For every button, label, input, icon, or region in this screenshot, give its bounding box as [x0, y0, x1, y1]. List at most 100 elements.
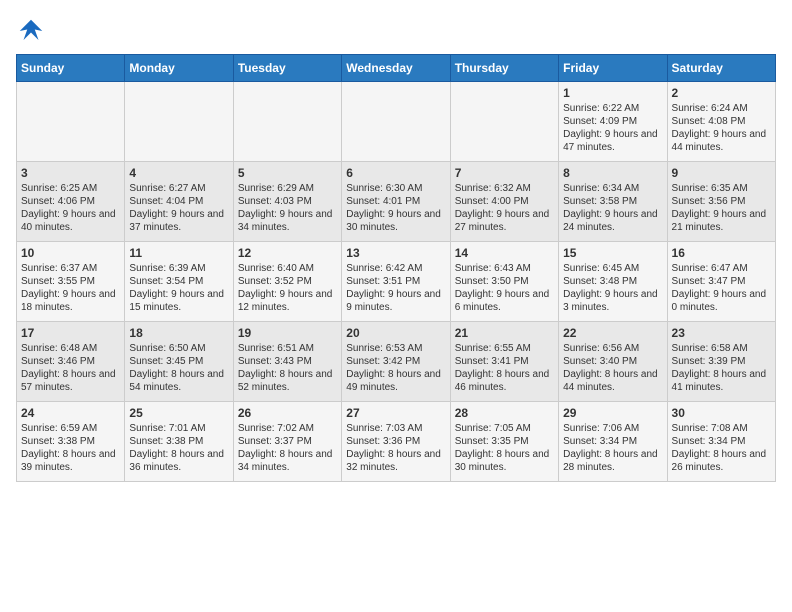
weekday-header: Saturday	[667, 55, 775, 82]
day-info: Sunset: 3:52 PM	[238, 275, 337, 288]
logo-bird-icon	[16, 16, 46, 46]
day-info: Daylight: 8 hours and 41 minutes.	[672, 368, 771, 394]
day-info: Sunset: 4:00 PM	[455, 195, 554, 208]
day-info: Daylight: 8 hours and 32 minutes.	[346, 448, 445, 474]
day-number: 14	[455, 246, 554, 260]
calendar-cell: 26Sunrise: 7:02 AMSunset: 3:37 PMDayligh…	[233, 402, 341, 482]
day-number: 30	[672, 406, 771, 420]
day-info: Sunset: 3:47 PM	[672, 275, 771, 288]
day-info: Sunset: 3:34 PM	[563, 435, 662, 448]
day-number: 9	[672, 166, 771, 180]
calendar-cell	[125, 82, 233, 162]
day-number: 28	[455, 406, 554, 420]
day-number: 10	[21, 246, 120, 260]
day-info: Sunrise: 6:42 AM	[346, 262, 445, 275]
day-info: Sunset: 3:55 PM	[21, 275, 120, 288]
day-info: Sunrise: 7:02 AM	[238, 422, 337, 435]
weekday-header: Friday	[559, 55, 667, 82]
calendar-cell: 10 Sunrise: 6:37 AMSunset: 3:55 PMDayligh…	[17, 242, 125, 322]
day-info: Sunset: 3:38 PM	[129, 435, 228, 448]
day-number: 23	[672, 326, 771, 340]
weekday-header: Tuesday	[233, 55, 341, 82]
calendar-week-row: 17Sunrise: 6:48 AMSunset: 3:46 PMDayligh…	[17, 322, 776, 402]
calendar-cell: 29 Sunrise: 7:06 AMSunset: 3:34 PMDayligh…	[559, 402, 667, 482]
page-header	[16, 16, 776, 46]
day-info: Sunset: 3:36 PM	[346, 435, 445, 448]
day-info: Daylight: 9 hours and 27 minutes.	[455, 208, 554, 234]
day-info: Sunset: 3:42 PM	[346, 355, 445, 368]
calendar-cell: 19Sunrise: 6:51 AMSunset: 3:43 PMDayligh…	[233, 322, 341, 402]
day-info: Sunset: 3:35 PM	[455, 435, 554, 448]
day-number: 6	[346, 166, 445, 180]
day-info: Daylight: 9 hours and 30 minutes.	[346, 208, 445, 234]
day-info: Daylight: 9 hours and 24 minutes.	[563, 208, 662, 234]
day-info: Daylight: 9 hours and 44 minutes.	[672, 128, 771, 154]
day-info: Sunrise: 7:08 AM	[672, 422, 771, 435]
day-info: Sunset: 4:09 PM	[563, 115, 662, 128]
day-number: 16	[672, 246, 771, 260]
calendar-cell: 4Sunrise: 6:27 AMSunset: 4:04 PMDaylight…	[125, 162, 233, 242]
day-info: Sunrise: 6:45 AM	[563, 262, 662, 275]
day-info: Daylight: 9 hours and 6 minutes.	[455, 288, 554, 314]
day-info: Sunset: 4:06 PM	[21, 195, 120, 208]
calendar-cell: 7Sunrise: 6:32 AMSunset: 4:00 PMDaylight…	[450, 162, 558, 242]
day-info: Daylight: 8 hours and 28 minutes.	[563, 448, 662, 474]
day-number: 20	[346, 326, 445, 340]
day-info: Sunset: 3:43 PM	[238, 355, 337, 368]
day-info: Sunrise: 6:50 AM	[129, 342, 228, 355]
calendar-cell: 6Sunrise: 6:30 AMSunset: 4:01 PMDaylight…	[342, 162, 450, 242]
calendar-body: 1Sunrise: 6:22 AMSunset: 4:09 PMDaylight…	[17, 82, 776, 482]
day-number: 18	[129, 326, 228, 340]
calendar-week-row: 3Sunrise: 6:25 AMSunset: 4:06 PMDaylight…	[17, 162, 776, 242]
day-number: 12	[238, 246, 337, 260]
day-info: Sunset: 3:50 PM	[455, 275, 554, 288]
day-info: Sunrise: 7:05 AM	[455, 422, 554, 435]
day-info: Sunset: 4:08 PM	[672, 115, 771, 128]
calendar-cell	[17, 82, 125, 162]
calendar-cell: 13Sunrise: 6:42 AMSunset: 3:51 PMDayligh…	[342, 242, 450, 322]
day-info: Sunset: 3:38 PM	[21, 435, 120, 448]
day-number: 8	[563, 166, 662, 180]
day-info: Sunrise: 6:37 AM	[21, 262, 120, 275]
day-info: Sunset: 3:58 PM	[563, 195, 662, 208]
day-number: 5	[238, 166, 337, 180]
day-info: Daylight: 9 hours and 34 minutes.	[238, 208, 337, 234]
day-number: 26	[238, 406, 337, 420]
calendar-week-row: 1Sunrise: 6:22 AMSunset: 4:09 PMDaylight…	[17, 82, 776, 162]
weekday-header: Monday	[125, 55, 233, 82]
day-info: Sunset: 3:40 PM	[563, 355, 662, 368]
day-info: Sunrise: 6:27 AM	[129, 182, 228, 195]
day-info: Daylight: 9 hours and 0 minutes.	[672, 288, 771, 314]
weekday-header: Wednesday	[342, 55, 450, 82]
calendar-cell: 12 Sunrise: 6:40 AMSunset: 3:52 PMDayligh…	[233, 242, 341, 322]
day-info: Sunrise: 6:47 AM	[672, 262, 771, 275]
day-info: Sunrise: 6:35 AM	[672, 182, 771, 195]
day-info: Sunset: 3:51 PM	[346, 275, 445, 288]
day-info: Sunrise: 6:55 AM	[455, 342, 554, 355]
calendar-cell: 3Sunrise: 6:25 AMSunset: 4:06 PMDaylight…	[17, 162, 125, 242]
day-info: Daylight: 8 hours and 26 minutes.	[672, 448, 771, 474]
day-number: 17	[21, 326, 120, 340]
day-info: Sunrise: 6:25 AM	[21, 182, 120, 195]
day-info: Daylight: 8 hours and 57 minutes.	[21, 368, 120, 394]
calendar-cell: 18 Sunrise: 6:50 AMSunset: 3:45 PMDayligh…	[125, 322, 233, 402]
day-info: Sunrise: 7:06 AM	[563, 422, 662, 435]
calendar-cell: 22Sunrise: 6:56 AMSunset: 3:40 PMDayligh…	[559, 322, 667, 402]
day-info: Daylight: 9 hours and 12 minutes.	[238, 288, 337, 314]
day-info: Daylight: 9 hours and 9 minutes.	[346, 288, 445, 314]
day-info: Sunrise: 6:51 AM	[238, 342, 337, 355]
day-info: Sunrise: 6:59 AM	[21, 422, 120, 435]
day-number: 29	[563, 406, 662, 420]
day-info: Sunset: 3:45 PM	[129, 355, 228, 368]
logo	[16, 16, 50, 46]
day-info: Daylight: 9 hours and 18 minutes.	[21, 288, 120, 314]
calendar-cell: 27Sunrise: 7:03 AMSunset: 3:36 PMDayligh…	[342, 402, 450, 482]
day-info: Sunrise: 6:40 AM	[238, 262, 337, 275]
day-number: 25	[129, 406, 228, 420]
day-info: Daylight: 8 hours and 36 minutes.	[129, 448, 228, 474]
day-number: 21	[455, 326, 554, 340]
day-info: Daylight: 8 hours and 54 minutes.	[129, 368, 228, 394]
day-info: Daylight: 9 hours and 21 minutes.	[672, 208, 771, 234]
header-row: SundayMondayTuesdayWednesdayThursdayFrid…	[17, 55, 776, 82]
day-info: Sunrise: 6:53 AM	[346, 342, 445, 355]
